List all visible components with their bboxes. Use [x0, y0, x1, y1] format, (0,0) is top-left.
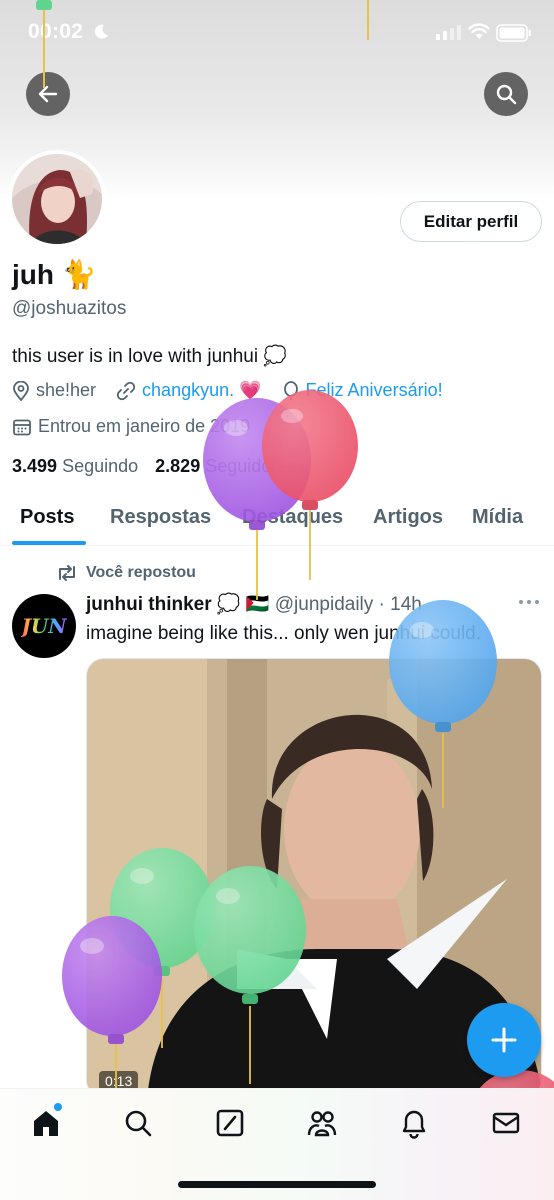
more-options-icon[interactable] [518, 598, 540, 606]
signal-icon [436, 25, 461, 40]
tab-posts[interactable]: Posts [20, 506, 74, 529]
profile-bio: this user is in love with junhui 💭 [12, 346, 287, 367]
tab-midia[interactable]: Mídia [472, 506, 523, 529]
grok-icon[interactable] [214, 1107, 246, 1139]
status-time: 00:02 [28, 20, 84, 43]
repost-label: Você repostou [86, 564, 196, 581]
wifi-icon [468, 23, 490, 39]
mail-icon[interactable] [490, 1107, 522, 1139]
profile-tabs: Posts Respostas Destaques Artigos Mídia [0, 498, 554, 546]
home-indicator[interactable] [178, 1181, 376, 1188]
profile-handle: @joshuazitos [12, 298, 127, 319]
following-count: 3.499 [12, 456, 58, 476]
tab-respostas[interactable]: Respostas [110, 506, 211, 529]
profile-joined: Entrou em janeiro de 2019 [38, 416, 251, 436]
post-author-handle-time[interactable]: @junpidaily · 14h [275, 594, 422, 615]
followers-label: Seguidores [205, 456, 297, 476]
post-author-name[interactable]: junhui thinker 💭 🇵🇸 [86, 594, 269, 615]
balloon-icon [283, 380, 298, 400]
avatar-photo [12, 154, 102, 244]
battery-icon [496, 24, 531, 42]
active-tab-indicator [12, 541, 86, 545]
followers-link[interactable]: 2.829 Seguidores [155, 456, 296, 476]
search-icon [496, 84, 517, 105]
back-button[interactable] [26, 72, 70, 116]
home-notification-dot [54, 1103, 62, 1111]
profile-meta-row-1: she!her changkyun. 💗 Feliz Aniversário! [12, 380, 443, 401]
profile-name: juh 🐈 [12, 259, 97, 290]
arrow-left-icon [38, 85, 58, 103]
balloon-red [262, 390, 358, 580]
post-author-avatar[interactable]: JUN [12, 594, 76, 658]
profile-birthday[interactable]: Feliz Aniversário! [306, 380, 443, 401]
edit-profile-button[interactable]: Editar perfil [400, 201, 542, 242]
home-icon[interactable] [30, 1107, 62, 1139]
repost-indicator: Você repostou [56, 564, 196, 582]
post-header: junhui thinker 💭 🇵🇸 @junpidaily · 14h [86, 592, 422, 616]
compose-button[interactable] [467, 1003, 541, 1077]
search-button[interactable] [484, 72, 528, 116]
link-icon [116, 381, 136, 400]
bell-icon[interactable] [398, 1107, 430, 1139]
following-link[interactable]: 3.499 Seguindo [12, 456, 138, 476]
followers-count: 2.829 [155, 456, 201, 476]
calendar-icon [13, 419, 31, 435]
follow-stats: 3.499 Seguindo 2.829 Seguidores [12, 456, 296, 477]
status-bar: 00:02 [0, 0, 554, 66]
tab-destaques[interactable]: Destaques [242, 506, 343, 529]
following-label: Seguindo [62, 456, 139, 476]
moon-icon [94, 24, 108, 39]
plus-icon [491, 1027, 517, 1053]
repost-icon [59, 565, 75, 581]
profile-avatar[interactable] [8, 150, 106, 248]
location-icon [13, 380, 29, 401]
post-avatar-text: JUN [21, 614, 67, 638]
post-text: imagine being like this... only wen junh… [86, 623, 482, 644]
profile-meta-row-2: Entrou em janeiro de 2019 [12, 416, 250, 437]
communities-icon[interactable] [306, 1107, 338, 1139]
search-icon[interactable] [122, 1107, 154, 1139]
profile-pronouns: she!her [36, 380, 97, 400]
tab-artigos[interactable]: Artigos [373, 506, 443, 529]
profile-link[interactable]: changkyun. 💗 [142, 380, 261, 401]
